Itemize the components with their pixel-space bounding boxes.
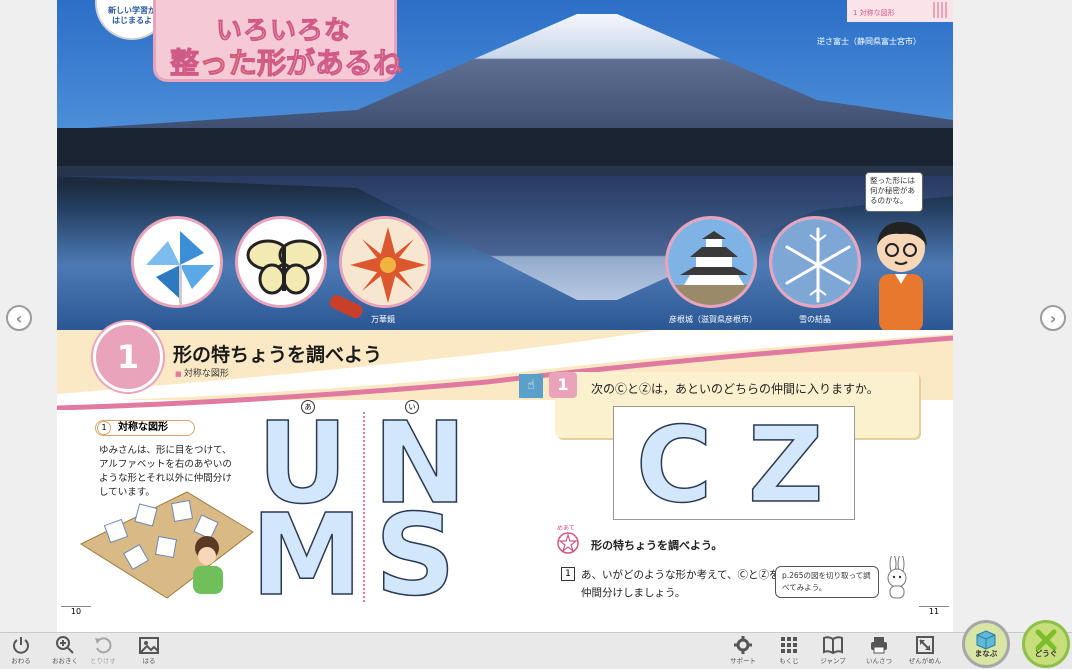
caption-fuji: 逆さ富士（静岡県富士宮市）: [817, 37, 921, 46]
section-subtitle: 対称な図形: [175, 366, 229, 379]
snowflake-photo[interactable]: [769, 216, 861, 308]
book-icon: [823, 636, 843, 655]
undo-icon: [95, 637, 112, 654]
fullscreen-button[interactable]: ぜんがめん: [908, 635, 942, 669]
fullscreen-icon: [916, 636, 934, 654]
girl-sorting-letters-illustration: [79, 491, 254, 599]
quit-button[interactable]: おわる: [4, 635, 38, 669]
question-tag-number: 1: [97, 421, 111, 435]
undo-label: とりけす: [90, 657, 116, 665]
letter-card-c[interactable]: C: [635, 412, 713, 518]
section-number-badge: 1: [93, 322, 163, 392]
section-title: 形の特ちょうを調べよう: [173, 344, 383, 366]
step-number: 1: [561, 567, 575, 581]
paste-button[interactable]: はる: [132, 635, 166, 669]
zoom-button[interactable]: おおきく: [48, 635, 82, 669]
boy-speech-bubble: 整った形には何か秘密があるのかな。: [865, 172, 923, 212]
manabu-button[interactable]: まなぶ: [962, 620, 1010, 668]
jump-label: ジャンプ: [820, 657, 846, 665]
rabbit-mascot-icon: [887, 556, 907, 599]
chapter-title-line2: 整った形があるね: [169, 40, 403, 82]
grid-icon: [781, 637, 797, 653]
hand-icon: ☝: [519, 374, 543, 398]
question-tag-label: 対称な図形: [118, 422, 168, 433]
letter-card-m[interactable]: M: [250, 499, 363, 613]
kaleidoscope-tube-icon: [329, 295, 363, 319]
support-label: サポート: [730, 657, 756, 665]
undo-button[interactable]: とりけす: [86, 635, 120, 669]
viewer-toolbar: おわる おおきく とりけす はる サポート もくじ ジャンプ いんさつ ぜんがめ…: [0, 632, 1072, 669]
step-text: あ、いがどのような形か考えて、ⒸとⓏを仲間分けしましょう。: [581, 569, 780, 599]
cz-letter-card: C Z: [613, 406, 855, 520]
goal-text: 形の特ちょうを調べよう。: [591, 539, 723, 552]
next-page-button[interactable]: ›: [1040, 305, 1066, 331]
chapter-title-box: いろいろな 整った形があるね: [153, 0, 403, 82]
header-stripes: [933, 2, 949, 18]
printer-icon: [871, 637, 887, 654]
print-label: いんさつ: [866, 657, 892, 665]
hint-bubble: p.265の図を切り取って調べてみよう。: [775, 566, 879, 598]
page-number-right: 11: [919, 606, 949, 618]
gear-icon: [734, 636, 752, 654]
paste-label: はる: [142, 657, 156, 665]
power-icon: [13, 637, 29, 654]
chapter-title-rest: があるね: [286, 46, 403, 81]
digital-textbook-viewer: ‹ › 新しい学習が はじまるよ いろいろな 整った形があるね 1 対称な図形 …: [0, 0, 1072, 669]
castle-photo[interactable]: [665, 216, 757, 308]
caption-snowflake: 雪の結晶: [799, 315, 831, 324]
page-header-tag: 1 対称な図形: [847, 0, 953, 22]
badge-line1: 新しい学習が: [108, 6, 156, 15]
chapter-title-highlight: 整った形: [169, 46, 287, 81]
badge-line2: はじまるよ: [112, 16, 152, 25]
prev-page-button[interactable]: ‹: [6, 305, 32, 331]
page-number-left: 10: [61, 606, 91, 618]
butterfly-photo[interactable]: [235, 216, 327, 308]
question-number: 1: [549, 372, 577, 398]
toc-button[interactable]: もくじ: [772, 635, 806, 669]
textbook-spread: 新しい学習が はじまるよ いろいろな 整った形があるね 1 対称な図形 逆さ富士…: [57, 0, 953, 632]
zoom-label: おおきく: [52, 657, 78, 665]
letter-card-s[interactable]: S: [374, 499, 456, 613]
question-prompt: 次のⒸとⓏは，あといのどちらの仲間に入りますか。: [591, 382, 879, 396]
jump-button[interactable]: ジャンプ: [816, 635, 850, 669]
caption-kaleidoscope: 万華鏡: [371, 315, 395, 324]
toc-label: もくじ: [779, 657, 799, 665]
hero-photo-fuji: 新しい学習が はじまるよ いろいろな 整った形があるね 1 対称な図形 逆さ富士…: [57, 0, 953, 332]
boy-character-icon: [877, 222, 927, 332]
manabu-label: まなぶ: [974, 649, 998, 658]
image-paste-icon: [139, 637, 159, 654]
page-header-text: 1 対称な図形: [853, 9, 895, 17]
dougu-button[interactable]: どうぐ: [1022, 620, 1070, 668]
zoom-in-icon: [56, 636, 74, 654]
group-divider: [363, 412, 365, 602]
fullscreen-label: ぜんがめん: [908, 657, 942, 665]
letter-card-z[interactable]: Z: [747, 412, 824, 518]
svg-text:めあて: めあて: [557, 525, 575, 532]
goal-star-icon: めあて: [557, 525, 579, 554]
support-button[interactable]: サポート: [726, 635, 760, 669]
dougu-label: どうぐ: [1034, 649, 1058, 658]
quit-label: おわる: [11, 657, 31, 665]
caption-castle: 彦根城（滋賀県彦根市）: [669, 315, 757, 324]
print-button[interactable]: いんさつ: [862, 635, 896, 669]
pinwheel-photo[interactable]: [131, 216, 223, 308]
